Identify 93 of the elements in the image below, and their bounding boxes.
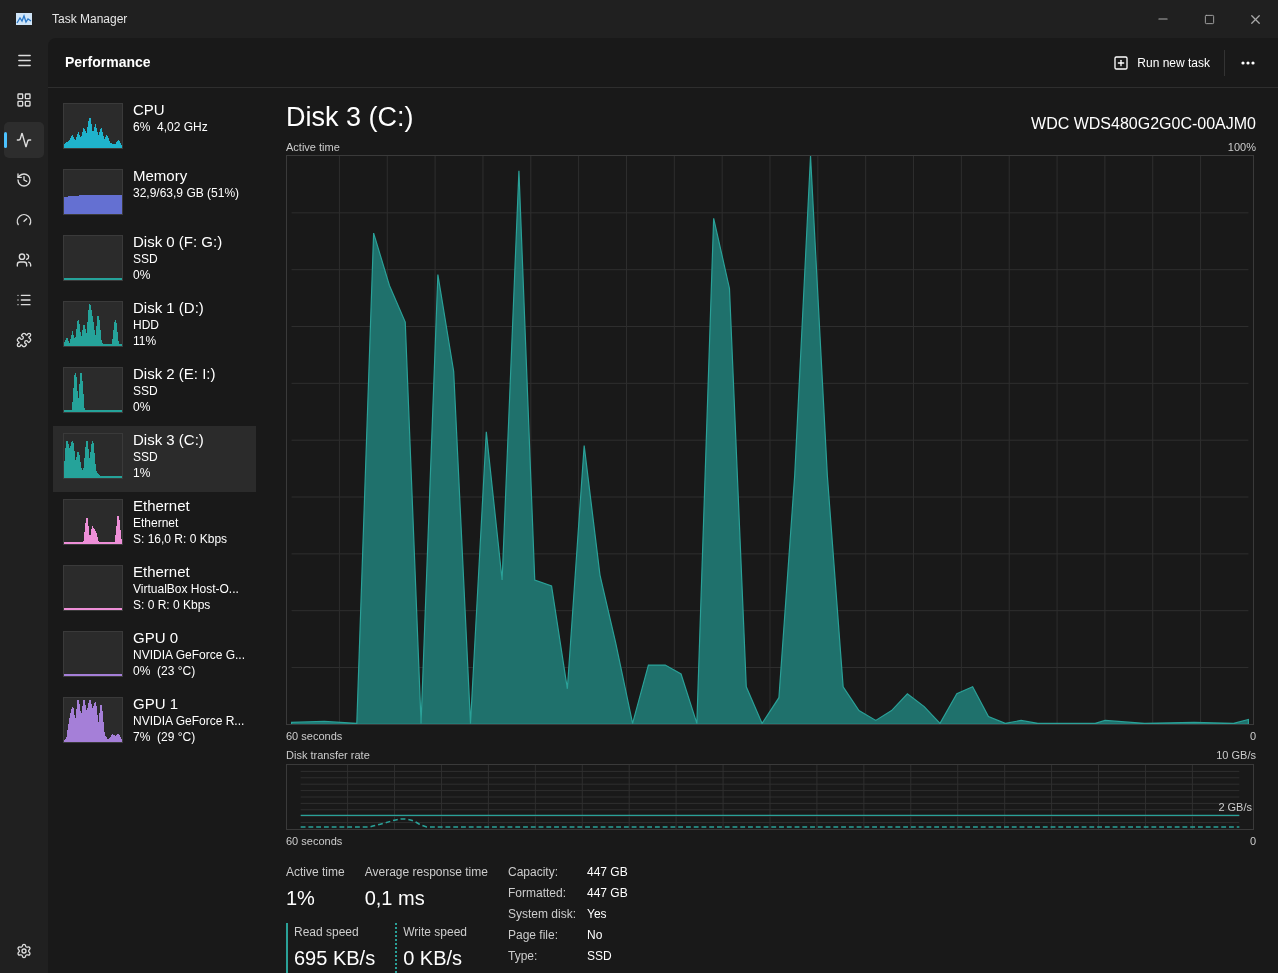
resource-detail: 7% (29 °C) <box>133 729 197 745</box>
resource-item[interactable]: GPU 0 NVIDIA GeForce G... 0% (23 °C) <box>53 624 256 690</box>
resource-detail: SSD <box>133 383 159 399</box>
resource-name: Disk 1 (D:) <box>133 299 204 317</box>
property-label: System disk: <box>508 906 577 923</box>
resource-detail: VirtualBox Host-O... <box>133 581 239 597</box>
axis-end-label: 0 <box>1249 834 1256 847</box>
axis-max-label: 10 GB/s <box>1216 748 1256 761</box>
resource-item[interactable]: GPU 1 NVIDIA GeForce R... 7% (29 °C) <box>53 690 256 756</box>
resource-detail: Ethernet <box>133 515 180 531</box>
resource-name: Disk 0 (F: G:) <box>133 233 223 251</box>
stat-value: 1% <box>286 886 316 911</box>
resource-item[interactable]: Disk 2 (E: I:) SSD 0% <box>53 360 256 426</box>
resource-detail: S: 0 R: 0 Kbps <box>133 597 212 613</box>
sparkline-drawing <box>63 301 123 347</box>
property-label: Type: <box>508 948 539 965</box>
sparkline-drawing <box>63 565 123 611</box>
window-title: Task Manager <box>52 11 128 28</box>
resource-name: Disk 2 (E: I:) <box>133 365 216 383</box>
resource-name: Disk 3 (C:) <box>133 431 204 449</box>
speed-value: 695 KB/s <box>294 946 376 971</box>
maximize-icon <box>1203 13 1215 25</box>
sparkline-drawing <box>63 235 123 281</box>
new-task-icon <box>1113 54 1130 71</box>
sparkline-drawing <box>63 697 123 743</box>
stat-label: Average response time <box>364 864 488 881</box>
property-value: SSD <box>587 948 613 965</box>
resource-name: Ethernet <box>133 497 191 515</box>
speed-value: 0 KB/s <box>403 946 464 971</box>
resource-detail: S: 16,0 R: 0 Kbps <box>133 531 228 547</box>
resource-name: GPU 1 <box>133 695 179 713</box>
sparkline-drawing <box>63 499 123 545</box>
property-label: Formatted: <box>508 885 568 902</box>
resource-item[interactable]: Disk 3 (C:) SSD 1% <box>53 426 256 492</box>
rate-mark-label: 2 GB/s <box>1218 800 1252 815</box>
resource-detail: 0% <box>133 399 152 415</box>
resource-item[interactable]: CPU 6% 4,02 GHz <box>53 96 256 162</box>
resource-item[interactable]: Ethernet VirtualBox Host-O... S: 0 R: 0 Kbps <box>53 558 256 624</box>
axis-start-label: 60 seconds <box>286 834 343 847</box>
list-icon <box>16 292 32 308</box>
gauge-icon <box>16 212 32 228</box>
resource-detail: 6% 4,02 GHz <box>133 119 208 135</box>
resource-item[interactable]: Ethernet Ethernet S: 16,0 R: 0 Kbps <box>53 492 256 558</box>
resource-name: Memory <box>133 167 189 185</box>
puzzle-icon <box>16 332 32 348</box>
axis-end-label: 0 <box>1249 729 1256 742</box>
resource-detail: NVIDIA GeForce R... <box>133 713 245 729</box>
speed-label: Write speed <box>403 924 467 941</box>
resource-name: Ethernet <box>133 563 191 581</box>
history-icon <box>16 172 32 188</box>
resource-detail: HDD <box>133 317 160 333</box>
resource-detail: 0% (23 °C) <box>133 663 197 679</box>
disk-title: Disk 3 (C:) <box>286 101 414 135</box>
property-value: Yes <box>587 906 608 923</box>
axis-start-label: 60 seconds <box>286 729 343 742</box>
chart-label: Active time <box>286 139 340 153</box>
property-value: 447 GB <box>587 864 628 881</box>
resource-detail: 1% <box>133 465 152 481</box>
sparkline-drawing <box>63 169 123 215</box>
property-value: No <box>587 927 604 944</box>
disk-model: WDC WDS480G2G0C-00AJM0 <box>1031 113 1256 134</box>
resource-detail: SSD <box>133 449 159 465</box>
more-icon <box>1241 60 1255 65</box>
sparkline-drawing <box>63 433 123 479</box>
axis-max-label: 100% <box>1227 139 1256 153</box>
pulse-icon <box>16 132 32 148</box>
sparkline-drawing <box>63 631 123 677</box>
resource-detail: 11% <box>133 333 158 349</box>
chart-label: Disk transfer rate <box>286 748 370 761</box>
sparkline-drawing <box>63 367 123 413</box>
resource-item[interactable]: Disk 0 (F: G:) SSD 0% <box>53 228 256 294</box>
users-icon <box>16 252 32 268</box>
sparkline-drawing <box>63 103 123 149</box>
resource-name: CPU <box>133 101 166 119</box>
resource-detail: SSD <box>133 251 159 267</box>
page-title: Performance <box>65 53 151 72</box>
property-label: Page file: <box>508 927 560 944</box>
nav-button[interactable] <box>4 122 44 158</box>
stat-value: 0,1 ms <box>364 886 426 911</box>
resource-item[interactable]: Memory 32,9/63,9 GB (51%) <box>53 162 256 228</box>
speed-label: Read speed <box>294 924 360 941</box>
property-value: 447 GB <box>587 885 628 902</box>
app-logo-icon <box>16 13 32 25</box>
run-new-task-button[interactable]: Run new task <box>1109 47 1214 78</box>
property-label: Capacity: <box>508 864 560 881</box>
stat-label: Active time <box>286 864 345 881</box>
resource-detail: 32,9/63,9 GB (51%) <box>133 185 240 201</box>
resource-detail: NVIDIA GeForce G... <box>133 647 246 663</box>
resource-detail: 0% <box>133 267 152 283</box>
settings-icon <box>16 943 32 959</box>
resource-name: GPU 0 <box>133 629 179 647</box>
resource-item[interactable]: Disk 1 (D:) HDD 11% <box>53 294 256 360</box>
grid-icon <box>16 92 32 108</box>
